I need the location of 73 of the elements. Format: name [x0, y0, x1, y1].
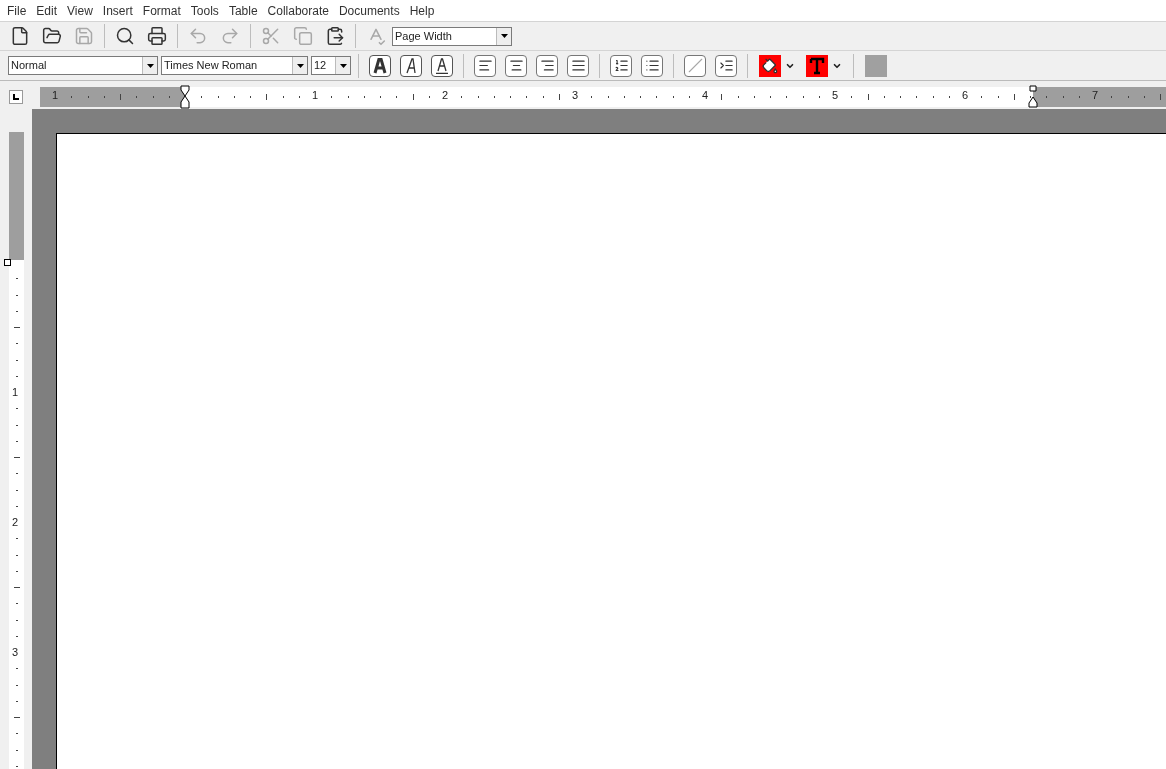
- menu-item[interactable]: Collaborate: [262, 1, 334, 20]
- combo-value: Normal: [10, 58, 48, 74]
- align-justify-icon: [570, 58, 586, 73]
- indent-marker-icon[interactable]: [179, 85, 191, 109]
- caret-icon: [500, 34, 508, 38]
- tab-stop-icon: [13, 94, 19, 100]
- ruler-number: 7: [1091, 90, 1099, 101]
- redo-icon: [220, 26, 240, 46]
- scissors-icon: [261, 26, 281, 46]
- font-size-select[interactable]: 12: [311, 56, 351, 75]
- caret-icon: [296, 63, 304, 68]
- ruler-number: 2: [441, 90, 449, 101]
- text-color-icon: [806, 54, 828, 77]
- indent-button[interactable]: [715, 54, 737, 77]
- print-preview-icon: [115, 26, 135, 46]
- bold-icon: [373, 57, 387, 74]
- ruler-number: 6: [961, 90, 969, 101]
- bullet-list-icon: [644, 58, 660, 73]
- fill-color-button[interactable]: [759, 54, 795, 77]
- menu-item[interactable]: Format: [137, 1, 186, 20]
- text-color-button[interactable]: [806, 54, 842, 77]
- underline-button[interactable]: [431, 54, 453, 77]
- paste-icon: [325, 26, 345, 46]
- ruler-number: 3: [12, 647, 19, 658]
- justify-button[interactable]: [567, 54, 589, 77]
- combo-value: Page Width: [394, 28, 453, 44]
- tab-stop-selector[interactable]: [9, 90, 23, 104]
- menu-item[interactable]: Table: [223, 1, 263, 20]
- numbered-button[interactable]: [610, 54, 632, 77]
- italic-icon: [404, 57, 418, 74]
- bullets-button[interactable]: [641, 54, 663, 77]
- menu-item[interactable]: Edit: [31, 1, 63, 20]
- paint-bucket-icon: [759, 54, 781, 77]
- ruler-number: 5: [831, 90, 839, 101]
- bold-button[interactable]: [369, 54, 391, 77]
- italic-button[interactable]: [400, 54, 422, 77]
- line-icon: [687, 58, 703, 73]
- menu-item[interactable]: Documents: [333, 1, 405, 20]
- combo-value: 12: [313, 58, 328, 74]
- ruler-number: 1: [311, 90, 319, 101]
- right-button[interactable]: [536, 54, 558, 77]
- ruler-number: 1: [12, 387, 19, 398]
- menu-item[interactable]: Help: [404, 1, 440, 20]
- font-select[interactable]: Times New Roman: [161, 56, 308, 75]
- align-right-icon: [539, 58, 555, 73]
- zoom-select[interactable]: Page Width: [392, 26, 512, 46]
- numbered-list-icon: [613, 58, 629, 73]
- ruler-number: 2: [12, 517, 19, 528]
- folder-icon: [42, 26, 62, 46]
- menu-item[interactable]: View: [62, 1, 98, 20]
- save-icon: [74, 26, 94, 46]
- caret-icon: [339, 63, 347, 68]
- new-document-icon: [10, 26, 30, 46]
- caret-icon: [146, 63, 154, 68]
- margin-marker-icon[interactable]: [4, 259, 11, 266]
- ruler-number: 4: [701, 90, 709, 101]
- left-button[interactable]: [474, 54, 496, 77]
- ruler-number: 3: [571, 90, 579, 101]
- ruler-number: 1: [51, 90, 59, 101]
- right-indent-marker-icon[interactable]: [1027, 85, 1039, 109]
- align-center-icon: [508, 58, 524, 73]
- copy-icon: [293, 26, 313, 46]
- menu-item[interactable]: Tools: [185, 1, 224, 20]
- menu-item[interactable]: Insert: [97, 1, 138, 20]
- underline-icon: [435, 57, 449, 74]
- printer-icon: [147, 26, 167, 46]
- menu-item[interactable]: File: [2, 1, 32, 20]
- style-select[interactable]: Normal: [8, 56, 158, 75]
- indent-icon: [718, 58, 734, 73]
- undo-icon: [188, 26, 208, 46]
- center-button[interactable]: [505, 54, 527, 77]
- combo-value: Times New Roman: [163, 58, 259, 74]
- align-left-icon: [477, 58, 493, 73]
